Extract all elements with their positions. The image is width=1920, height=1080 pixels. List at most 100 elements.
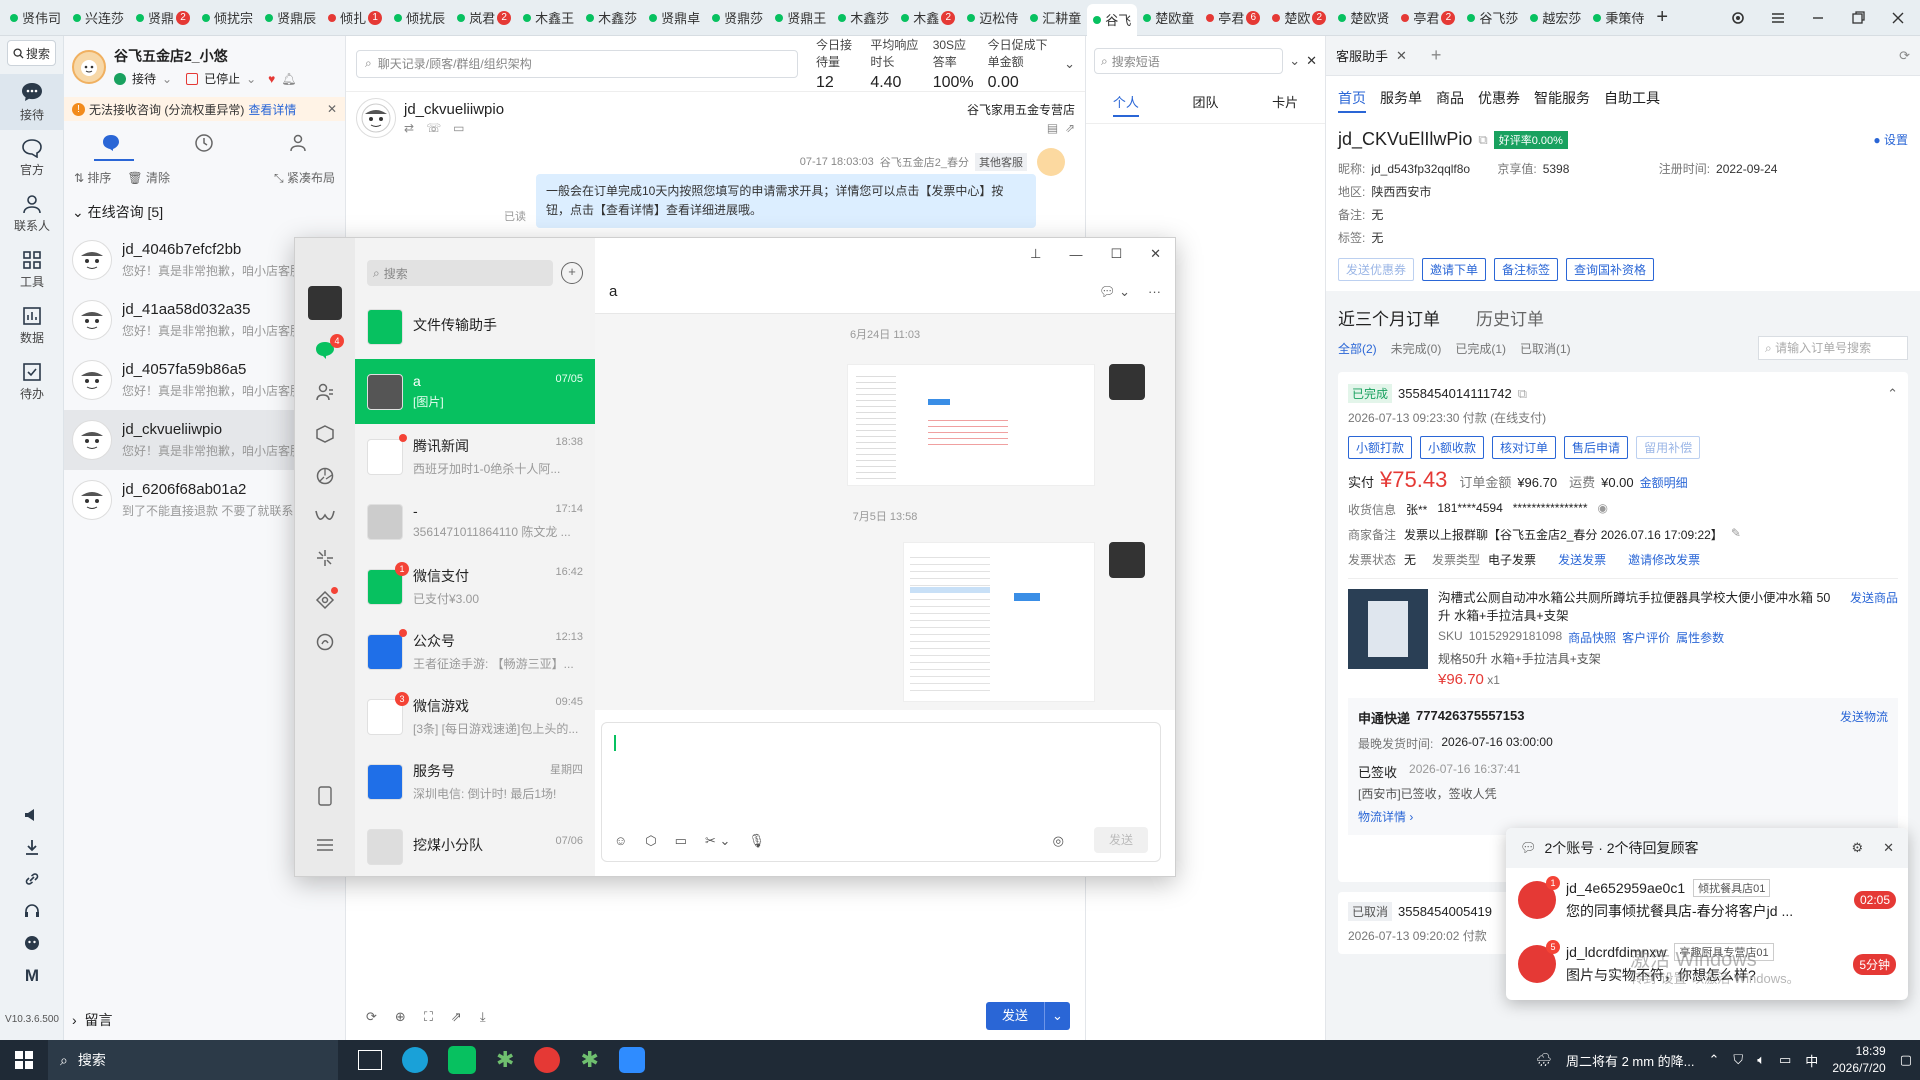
windows-start-icon[interactable]: [0, 1051, 48, 1069]
current-chats-icon[interactable]: [101, 133, 121, 153]
reception-status[interactable]: 接待: [132, 70, 156, 87]
customer-action-button[interactable]: 发送优惠券: [1338, 258, 1415, 281]
pending-customer-item[interactable]: 5 jd_ldcrdfdimnxw 亭趣厨具专营店01 图片与实物不符，你想怎么样? 5…: [1506, 932, 1908, 996]
account-tab[interactable]: 木鑫王: [517, 4, 580, 32]
wechat-chat-item[interactable]: 服务号 星期四 深圳电信: 倒计时! 最后1场!: [355, 749, 595, 814]
tab-personal[interactable]: 个人: [1112, 92, 1139, 117]
assistant-nav-item[interactable]: 首页: [1338, 88, 1366, 113]
note-icon[interactable]: ▤: [1047, 121, 1058, 135]
layout-button[interactable]: ⤡ 紧凑布局: [274, 169, 335, 186]
menu-icon[interactable]: [316, 838, 334, 852]
eye-icon[interactable]: ◉: [1597, 501, 1607, 518]
mic-icon[interactable]: 🎙︎: [748, 833, 765, 849]
heart-icon[interactable]: ♥: [268, 72, 275, 86]
wechat-chat-item[interactable]: 文件传输助手: [355, 294, 595, 359]
network-icon[interactable]: ▭: [1779, 1052, 1791, 1068]
chevron-down-icon[interactable]: ⌄: [246, 72, 256, 86]
crop-icon[interactable]: ⛶: [424, 1009, 433, 1025]
account-tab[interactable]: 亭君 6: [1200, 4, 1266, 32]
send-invoice-link[interactable]: 发送发票: [1558, 551, 1606, 568]
account-tab[interactable]: 谷飞莎: [1461, 4, 1524, 32]
tab-recent-orders[interactable]: 近三个月订单: [1338, 305, 1440, 330]
ime-label[interactable]: 中: [1805, 1051, 1818, 1070]
filter-done[interactable]: 已完成(1): [1455, 340, 1506, 357]
chevron-down-icon[interactable]: ⌄: [162, 72, 172, 86]
copy-icon[interactable]: ⧉: [1518, 386, 1527, 402]
emoji-icon[interactable]: ☺: [614, 833, 627, 849]
account-tab[interactable]: 倾扰辰: [388, 4, 451, 32]
download-icon[interactable]: ⤓: [480, 1009, 486, 1025]
rail-item-contacts[interactable]: 联系人: [0, 186, 64, 242]
account-tab[interactable]: 贤鼎 2: [130, 4, 196, 32]
sort-button[interactable]: ⇅ 排序: [74, 169, 111, 186]
wechat-chat-item[interactable]: 腾讯新闻 18:38 西班牙加时1-0绝杀十人阿...: [355, 424, 595, 489]
add-chat-icon[interactable]: +: [561, 262, 583, 284]
team-icon[interactable]: [287, 133, 309, 153]
account-tab[interactable]: 楚欧贤: [1332, 4, 1395, 32]
clock[interactable]: 18:39 2026/7/20: [1832, 1043, 1885, 1077]
chat-info-icon[interactable]: 💬︎ ⌄: [1099, 284, 1130, 300]
rail-item-todo[interactable]: 待办: [0, 354, 64, 410]
receiving-status[interactable]: 已停止: [204, 70, 240, 87]
order-action-button[interactable]: 售后申请: [1564, 436, 1629, 459]
folder-icon[interactable]: ▭: [675, 833, 687, 849]
link-icon[interactable]: [23, 870, 41, 888]
account-tab[interactable]: 越宏莎: [1524, 4, 1587, 32]
account-tab[interactable]: 谷飞: [1087, 3, 1138, 36]
account-tab[interactable]: 楚欧童: [1137, 4, 1200, 32]
settings-link[interactable]: ● 设置: [1873, 131, 1908, 148]
account-tab[interactable]: 贤鼎卓: [643, 4, 706, 32]
phone-icon[interactable]: ☏: [426, 121, 441, 135]
customer-action-button[interactable]: 邀请下单: [1422, 258, 1487, 281]
add-icon[interactable]: ⊕: [395, 1009, 406, 1025]
close-icon[interactable]: ✕: [327, 102, 337, 116]
order-action-button[interactable]: 小额打款: [1348, 436, 1413, 459]
maximize-icon[interactable]: ☐: [1110, 246, 1122, 262]
rail-item-tools[interactable]: 工具: [0, 242, 64, 298]
headset-icon[interactable]: [23, 902, 41, 920]
phrase-search-input[interactable]: ⌕ 搜索短语: [1094, 48, 1284, 74]
chat-search-input[interactable]: ⌕ 聊天记录/顾客/群组/组织架构: [356, 49, 798, 78]
wechat-chat-item[interactable]: 1 微信支付 16:42 已支付¥3.00: [355, 554, 595, 619]
voice-call-icon[interactable]: ◎: [1053, 833, 1064, 849]
account-tab[interactable]: 楚欧 2: [1266, 4, 1332, 32]
send-button[interactable]: 发送 ⌄: [986, 1002, 1070, 1030]
image-message[interactable]: [847, 364, 1095, 486]
filter-pending[interactable]: 未完成(0): [1391, 340, 1442, 357]
minimize-icon[interactable]: —: [1069, 247, 1082, 262]
note-icon[interactable]: ▭: [453, 121, 464, 135]
assistant-tab[interactable]: 客服助手: [1336, 46, 1388, 65]
export-icon[interactable]: ⇗: [451, 1009, 462, 1025]
filter-all[interactable]: 全部(2): [1338, 340, 1377, 357]
invite-invoice-link[interactable]: 邀请修改发票: [1628, 551, 1700, 568]
clear-button[interactable]: 🗑︎ 清除: [127, 169, 170, 186]
refresh-icon[interactable]: ⟳: [366, 1009, 377, 1025]
account-tab[interactable]: 汇耕童: [1024, 4, 1087, 32]
wechat-icon[interactable]: [448, 1046, 476, 1074]
close-icon[interactable]: ✕: [1150, 246, 1161, 262]
close-icon[interactable]: [1890, 10, 1906, 26]
discover-icon[interactable]: [315, 548, 335, 568]
global-search-button[interactable]: 搜索: [7, 40, 56, 66]
app-star-icon[interactable]: ✱: [580, 1047, 598, 1073]
phone-icon[interactable]: [318, 786, 332, 806]
megaphone-icon[interactable]: [23, 806, 41, 824]
close-icon[interactable]: ✕: [1306, 53, 1317, 69]
copy-icon[interactable]: ⧉: [1478, 132, 1487, 148]
warning-link[interactable]: 查看详情: [248, 101, 296, 118]
transfer-icon[interactable]: ⇄: [404, 121, 414, 135]
jd-dongdong-icon[interactable]: [618, 1047, 645, 1073]
wechat-chat-item[interactable]: - 17:14 3561471011864110 陈文龙 ...: [355, 489, 595, 554]
assistant-nav-item[interactable]: 商品: [1436, 88, 1464, 113]
wechat-chat-item[interactable]: 挖煤小分队 07/06: [355, 814, 595, 876]
account-tab[interactable]: 木鑫莎: [832, 4, 895, 32]
settings-icon[interactable]: ⚙: [1851, 840, 1863, 856]
channels-icon[interactable]: [314, 508, 336, 526]
tab-card[interactable]: 卡片: [1272, 92, 1298, 117]
logistics-detail-link[interactable]: 物流详情 ›: [1358, 808, 1888, 825]
collapse-icon[interactable]: ⌃: [1887, 386, 1898, 402]
scissors-icon[interactable]: ✂ ⌄: [705, 833, 730, 849]
assistant-nav-item[interactable]: 智能服务: [1534, 88, 1590, 113]
customer-action-button[interactable]: 备注标签: [1494, 258, 1559, 281]
rail-item-data[interactable]: 数据: [0, 298, 64, 354]
